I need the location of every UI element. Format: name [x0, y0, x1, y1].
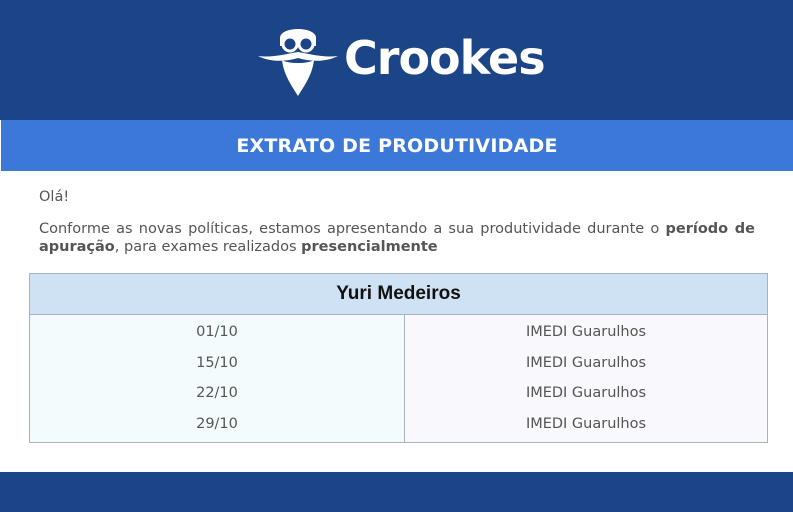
place-cell: IMEDI Guarulhos [525, 415, 647, 432]
brand-name: Crookes [344, 31, 546, 85]
date-cell: 29/10 [196, 415, 238, 432]
date-cell: 22/10 [196, 385, 238, 401]
intro-text-2: , para exames realizados [114, 239, 302, 255]
doctor-name: Yuri Medeiros [336, 283, 461, 304]
intro-bold-2: presencialmente [301, 239, 438, 255]
page-title: EXTRATO DE PRODUTIVIDADE [236, 134, 558, 157]
email-footer [0, 472, 793, 512]
place-cell: IMEDI Guarulhos [525, 385, 647, 401]
intro-paragraph: Conforme as novas políticas, estamos apr… [39, 220, 755, 256]
productivity-table: Yuri Medeiros 01/10 15/10 22/10 29/10 IM… [29, 273, 768, 443]
date-column: 01/10 15/10 22/10 29/10 [30, 315, 405, 442]
date-cell: 01/10 [196, 324, 238, 340]
greeting-text: Olá! [39, 189, 70, 205]
place-column: IMEDI Guarulhos IMEDI Guarulhos IMEDI Gu… [405, 315, 767, 442]
email-header: Crookes [0, 0, 793, 120]
brand-logo: Crookes [256, 20, 546, 100]
place-cell: IMEDI Guarulhos [525, 324, 647, 340]
place-cell: IMEDI Guarulhos [525, 354, 647, 371]
table-body: 01/10 15/10 22/10 29/10 IMEDI Guarulhos … [30, 315, 767, 442]
intro-text-1: Conforme as novas políticas, estamos apr… [39, 221, 666, 237]
title-bar: EXTRATO DE PRODUTIVIDADE [1, 120, 793, 171]
date-cell: 15/10 [196, 354, 238, 371]
bearded-scientist-icon [258, 29, 338, 96]
table-header: Yuri Medeiros [30, 274, 767, 315]
